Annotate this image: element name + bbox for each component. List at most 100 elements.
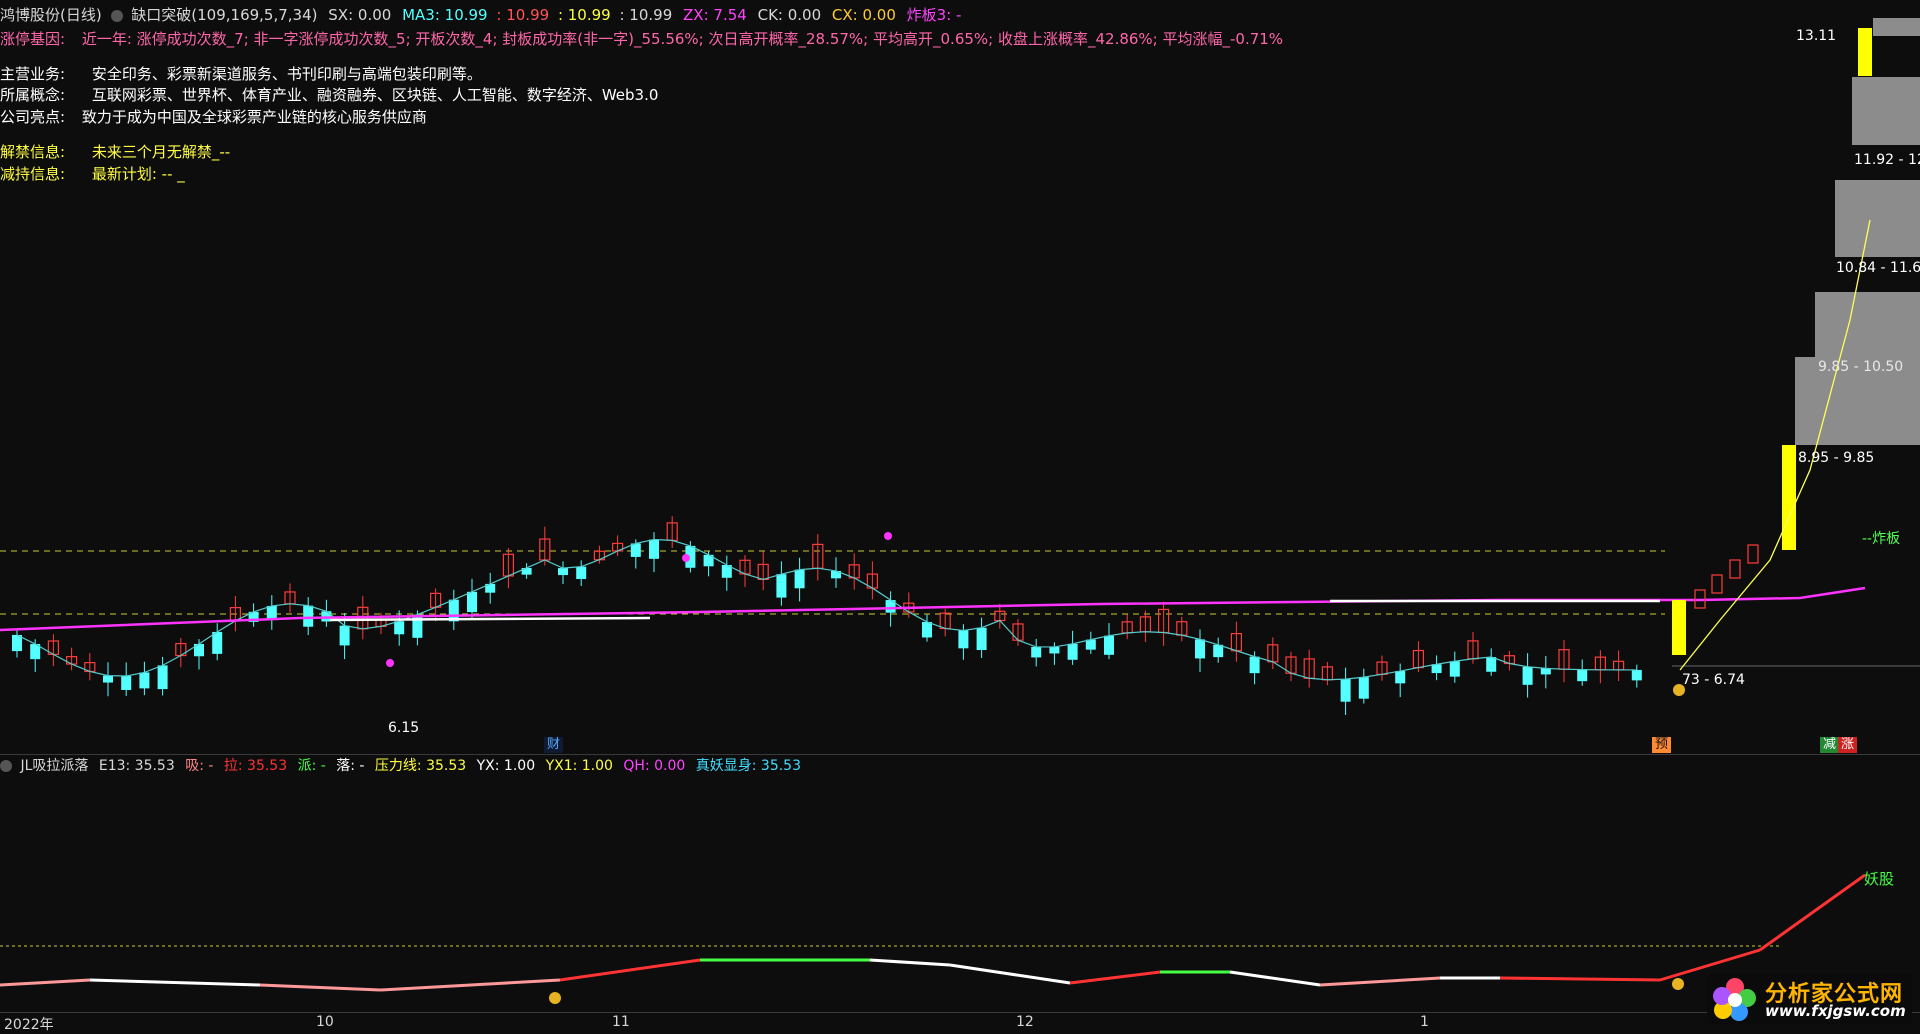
price-range-3: 9.85 - 10.50 — [1818, 359, 1904, 375]
biz-label: 主营业务: — [0, 65, 66, 83]
candle-body — [1711, 574, 1723, 594]
price-box-5 — [1873, 18, 1920, 36]
badge-yu[interactable]: 预 — [1652, 737, 1672, 753]
low-price-label: 6.15 — [388, 720, 420, 736]
candle-body — [1067, 643, 1078, 660]
candle-body — [1104, 635, 1114, 655]
candle-body — [922, 621, 932, 638]
candle-body — [1729, 559, 1741, 579]
candle-body — [558, 568, 568, 576]
candle-body — [212, 631, 223, 654]
sx-value: SX: 0.00 — [328, 6, 392, 24]
sub-indicator-line — [379, 978, 561, 992]
badge-jian[interactable]: 减 — [1820, 737, 1840, 753]
candle-body — [303, 605, 314, 627]
sub-indicator-line — [1069, 970, 1161, 985]
sub-indicator-line — [89, 978, 261, 987]
indicator-name[interactable]: 缺口突破(109,169,5,7,34) — [131, 6, 317, 24]
candle-body — [958, 630, 969, 649]
yx1-value: YX1: 1.00 — [545, 758, 613, 774]
concept-label: 所属概念: — [0, 86, 66, 104]
candle-body — [157, 665, 168, 690]
candle-body — [1540, 668, 1551, 675]
money-bag-icon — [549, 992, 561, 1004]
xi-value: 吸: - — [185, 758, 214, 774]
xaxis-nov: 11 — [612, 1014, 630, 1030]
sub-indicator-line — [1759, 873, 1866, 952]
peak-marker — [386, 659, 394, 667]
la-value: 拉: 35.53 — [223, 758, 288, 774]
price-range-4: 8.95 - 9.85 — [1798, 450, 1875, 466]
e13-value: E13: 35.53 — [98, 758, 175, 774]
xaxis-jan: 1 — [1420, 1014, 1429, 1030]
qh-value: QH: 0.00 — [623, 758, 686, 774]
money-bag-icon — [1672, 978, 1684, 990]
flower-icon — [1713, 978, 1756, 1021]
ma3-value: MA3: 10.99 — [402, 6, 488, 24]
peak-marker — [682, 554, 690, 562]
unlock-text: 未来三个月无解禁_-- — [91, 143, 231, 161]
reduce-text: 最新计划: -- _ — [91, 165, 185, 183]
ylx-value: 压力线: 35.53 — [374, 758, 467, 774]
settings-icon[interactable] — [110, 10, 123, 22]
biz-line: 主营业务: 安全印务、彩票新渠道服务、书刊印刷与高端包装印刷等。 — [0, 64, 482, 84]
candle-body — [1747, 544, 1759, 564]
peak-marker — [884, 532, 892, 540]
cx-value: CX: 0.00 — [831, 6, 896, 24]
ck-value: CK: 0.00 — [757, 6, 822, 24]
zhaban-label: --炸板 — [1862, 531, 1901, 547]
candle-body — [1195, 639, 1205, 659]
price-box-3 — [1835, 180, 1920, 257]
candle-body — [1049, 646, 1060, 654]
xaxis-dec: 12 — [1016, 1014, 1034, 1030]
candle-body — [1085, 639, 1096, 650]
value-1: : 10.99 — [496, 6, 550, 24]
pai-value: 派: - — [297, 758, 326, 774]
concept-text: 互联网彩票、世界杯、体育产业、融资融券、区块链、人工智能、数字经济、Web3.0 — [91, 86, 659, 104]
sub-indicator-line — [559, 958, 701, 982]
chart-header: 鸿博股份(日线) 缺口突破(109,169,5,7,34) SX: 0.00 M… — [0, 6, 961, 24]
candle-body — [139, 672, 150, 689]
candle-body — [776, 574, 787, 598]
value-2: : 10.99 — [557, 6, 611, 24]
sub-settings-icon[interactable] — [0, 760, 12, 772]
reduce-line: 减持信息: 最新计划: -- _ — [0, 164, 185, 184]
limit-up-bar — [1858, 28, 1872, 76]
highlight-text: 致力于成为中国及全球彩票产业链的核心服务供应商 — [81, 108, 427, 126]
zhaban-value: 炸板3: - — [906, 6, 962, 24]
candle-body — [649, 539, 659, 559]
price-top-label: 13.11 — [1796, 28, 1837, 44]
badge-cai[interactable]: 财 — [544, 737, 564, 753]
xaxis-year: 2022年 — [4, 1017, 54, 1033]
candle-body — [467, 591, 477, 613]
low-range-label: 73 - 6.74 — [1682, 672, 1745, 688]
candle-body — [412, 614, 423, 638]
pane-divider[interactable] — [0, 754, 1920, 755]
ma-long-white-segment — [329, 616, 651, 622]
concept-line: 所属概念: 互联网彩票、世界杯、体育产业、融资融券、区块链、人工智能、数字经济、… — [0, 85, 658, 105]
candle-body — [1449, 661, 1460, 677]
value-3: : 10.99 — [619, 6, 673, 24]
yx-value: YX: 1.00 — [476, 758, 536, 774]
candle-body — [1249, 656, 1260, 674]
limit-up-bar — [1672, 600, 1686, 655]
candle-body — [103, 675, 113, 683]
site-logo: 分析家公式网 www.fxjgsw.com — [1707, 974, 1912, 1024]
candle-body — [1577, 669, 1588, 682]
gene-text: 近一年: 涨停成功次数_7; 非一字涨停成功次数_5; 开板次数_4; 封板成功… — [81, 30, 1284, 48]
candle-body — [339, 625, 350, 646]
candle-body — [1031, 646, 1042, 658]
xaxis-line — [0, 1012, 1920, 1013]
badge-zhang[interactable]: 涨 — [1838, 737, 1858, 753]
sub-indicator-line — [1319, 976, 1441, 987]
sub-name[interactable]: JL吸拉派落 — [20, 758, 88, 774]
unlock-label: 解禁信息: — [0, 143, 66, 161]
stock-name[interactable]: 鸿博股份(日线) — [0, 6, 102, 24]
kline-chart[interactable] — [0, 0, 1920, 1030]
candle-body — [1213, 644, 1224, 658]
highlight-label: 公司亮点: — [0, 108, 66, 126]
candle-body — [1522, 666, 1533, 685]
candle-body — [12, 635, 22, 652]
candle-body — [394, 621, 405, 635]
candle-body — [576, 566, 587, 580]
